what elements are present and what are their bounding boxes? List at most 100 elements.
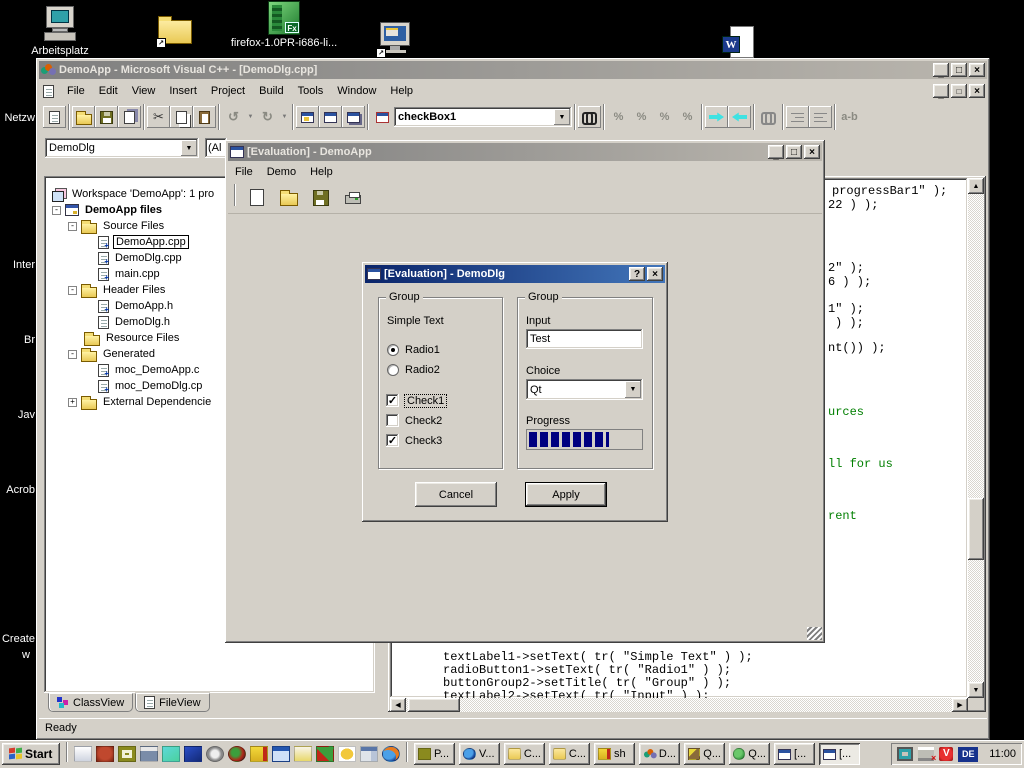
workspace-pane-button[interactable] [296,106,319,128]
folder-shortcut-icon[interactable]: ↗ [158,16,194,46]
printer-error-icon[interactable]: × [918,747,934,761]
fish-icon[interactable] [338,746,356,762]
menu-view[interactable]: View [125,84,163,98]
tree-expander[interactable]: - [52,206,61,215]
clock[interactable]: 11:00 [983,748,1016,760]
calculator-icon[interactable] [272,746,290,762]
chart-window-icon[interactable] [294,746,312,762]
tree-item-moc-demodlg[interactable]: moc_DemoDlg.cp [98,378,204,394]
new-document-button[interactable] [244,185,270,211]
run-to-cursor-button[interactable]: % [676,106,699,128]
minimize-button[interactable]: _ [768,145,784,159]
firefox-installer-icon[interactable]: Fx [266,1,302,37]
taskbar-window-c2[interactable]: C... [549,743,590,765]
red-app-icon[interactable] [96,746,114,762]
tree-item-demoapp-cpp[interactable]: DemoApp.cpp [98,234,189,250]
save-document-button[interactable] [308,185,334,211]
taskbar-window-8[interactable]: [... [774,743,815,765]
word-document-icon[interactable]: W [722,26,756,60]
apply-button[interactable]: Apply [525,482,607,507]
clock-app-icon[interactable] [118,746,136,762]
firefox-installer-label[interactable]: firefox-1.0PR-i686-li... [222,37,346,49]
tree-item-demodlg-cpp[interactable]: DemoDlg.cpp [98,250,184,266]
checkbox-icon[interactable]: ✓ [386,434,399,447]
radio-button-icon[interactable] [387,344,399,356]
output-pane-button[interactable] [319,106,342,128]
undo-button[interactable]: ↺ [222,106,245,128]
taskbar-window-sh[interactable]: sh [594,743,635,765]
desktop-label-br[interactable]: Br [0,334,35,346]
maximize-button[interactable]: □ [786,145,802,159]
radio-button-icon[interactable] [387,364,399,376]
taskbar-window-c1[interactable]: C... [504,743,545,765]
scroll-right-button[interactable]: ▶ [952,698,968,712]
copy-button[interactable] [170,106,193,128]
menu-insert[interactable]: Insert [162,84,204,98]
desktop-label-w[interactable]: w [0,649,30,661]
dark-globe-icon[interactable] [228,746,246,762]
taskbar-window-v[interactable]: V... [459,743,500,765]
menu-build[interactable]: Build [252,84,290,98]
scroll-down-button[interactable]: ▼ [968,682,984,698]
tree-item-main-cpp[interactable]: main.cpp [98,266,162,282]
note-editor-icon[interactable] [74,746,92,762]
prev-bookmark-button[interactable] [728,106,751,128]
step-out-button[interactable]: % [653,106,676,128]
close-button[interactable]: × [969,63,985,77]
menu-demo[interactable]: Demo [260,165,303,179]
mdi-restore-button[interactable]: □ [951,84,967,98]
menu-file[interactable]: File [60,84,92,98]
display-shortcut-icon[interactable]: ↗ [378,22,414,56]
desktop-label-acrob[interactable]: Acrob [0,484,35,496]
radio1-option[interactable]: Radio1 [387,344,440,356]
checkbox-icon[interactable]: ✓ [386,394,399,407]
wizard-bar-icon[interactable] [371,106,394,128]
red-cross-app-icon[interactable] [316,746,334,762]
network-computer-icon[interactable] [897,747,913,761]
members-combo[interactable]: (Al [205,138,227,158]
open-file-button[interactable] [72,106,95,128]
desktop-label-inter[interactable]: Inter [0,259,35,271]
desktop-label-create[interactable]: Create [0,633,35,645]
taskbar-window-p[interactable]: P... [414,743,455,765]
taskbar-window-d[interactable]: D... [639,743,680,765]
tree-item-header-files[interactable]: -Header Files [68,282,167,298]
redo-button[interactable]: ↻ [256,106,279,128]
window-list-button[interactable] [342,106,365,128]
next-bookmark-button[interactable] [705,106,728,128]
mdi-minimize-button[interactable]: _ [933,84,949,98]
menu-tools[interactable]: Tools [291,84,331,98]
scroll-up-button[interactable]: ▲ [968,178,984,194]
tab-fileview[interactable]: FileView [135,693,209,712]
tree-item-source-files[interactable]: -Source Files [68,218,166,234]
tree-expander[interactable]: - [68,222,77,231]
taskbar-window-q2[interactable]: Q... [729,743,770,765]
combo-dropdown-button[interactable]: ▼ [625,381,641,398]
tree-item-resource-files[interactable]: Resource Files [84,330,181,346]
spreadsheet-icon[interactable] [360,746,378,762]
resize-grip[interactable] [807,627,822,640]
gray-sphere-icon[interactable] [206,746,224,762]
system-window-icon[interactable] [140,746,158,762]
combo-dropdown-button[interactable]: ▼ [181,140,197,156]
save-button[interactable] [95,106,118,128]
desktop-label-jav[interactable]: Jav [0,409,35,421]
paste-button[interactable] [193,106,216,128]
cancel-button[interactable]: Cancel [415,482,497,507]
check3-option[interactable]: ✓ Check3 [386,434,442,447]
my-computer-icon[interactable] [42,4,78,44]
menu-help[interactable]: Help [383,84,420,98]
desktop-label-netzw[interactable]: Netzw [0,112,35,124]
browser-globe-icon[interactable] [382,746,400,762]
editor-vertical-scrollbar[interactable]: ▲ ▼ [968,178,984,698]
demodlg-title-bar[interactable]: [Evaluation] - DemoDlg ? × [365,265,665,283]
help-button[interactable]: ? [629,267,645,281]
menu-edit[interactable]: Edit [92,84,125,98]
my-computer-label[interactable]: Arbeitsplatz [18,45,102,57]
tree-expander[interactable]: - [68,350,77,359]
close-button[interactable]: × [804,145,820,159]
menu-help[interactable]: Help [303,165,340,179]
find-in-files-button[interactable] [757,106,780,128]
input-field[interactable] [526,329,643,349]
save-all-button[interactable] [118,106,141,128]
